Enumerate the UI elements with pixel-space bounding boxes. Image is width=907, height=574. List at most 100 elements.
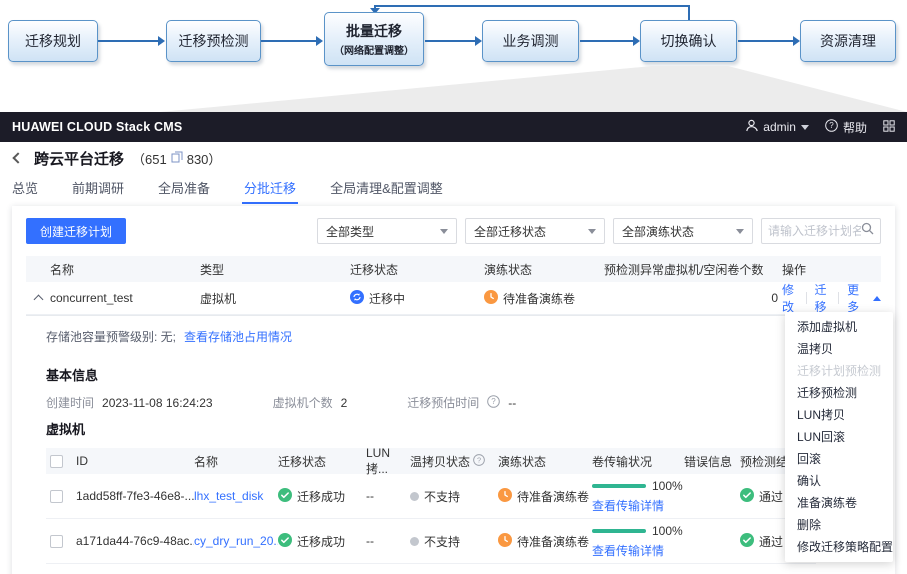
flow-arrowhead-icon [158, 36, 165, 46]
field-label: 创建时间 [46, 396, 95, 410]
type-filter-select[interactable]: 全部类型 [317, 218, 457, 244]
vm-warm-copy-status: 不支持 [410, 488, 498, 505]
modify-action-link[interactable]: 修改 [782, 281, 798, 315]
count-right: 830） [186, 151, 222, 167]
help-circle-icon[interactable]: ? [473, 453, 485, 469]
loopback-line-right [688, 5, 690, 21]
vm-name-link[interactable]: lhx_test_disk [194, 489, 263, 503]
flow-step-label: 迁移预检测 [178, 33, 249, 49]
migrate-count-icon [171, 151, 183, 166]
row-checkbox[interactable] [50, 489, 63, 503]
vm-table-header: ID 名称 迁移状态 LUN拷... 温拷贝状态 ? 演练状态 卷传输状况 错误… [46, 446, 816, 476]
vm-warm-copy-status: 不支持 [410, 533, 498, 550]
flow-step-service-test: 业务调测 [482, 20, 579, 62]
field-label: 虚拟机个数 [272, 396, 333, 410]
progress-bar [592, 528, 646, 533]
view-transfer-details-link[interactable]: 查看传输详情 [592, 497, 684, 514]
field-create-time: 创建时间 2023-11-08 16:24:23 [46, 394, 213, 411]
column-header-error: 错误信息 [684, 454, 733, 469]
count-left: （651 [132, 151, 167, 167]
flow-step-label: 资源清理 [820, 33, 876, 49]
menu-item-rollback[interactable]: 回滚 [785, 448, 893, 470]
vm-table-row: 1add58ff-7fe3-46e8-... lhx_test_disk 迁移成… [46, 474, 816, 519]
menu-item-lun-rollback[interactable]: LUN回滚 [785, 426, 893, 448]
menu-item-delete[interactable]: 删除 [785, 514, 893, 536]
tab-global-preparation[interactable]: 全局准备 [156, 174, 212, 204]
menu-item-plan-precheck: 迁移计划预检测 [797, 364, 882, 378]
gray-dot-icon [410, 536, 419, 546]
flow-step-batch-migration: 批量迁移 （网络配置调整） [324, 12, 424, 66]
column-header-warm-copy: 温拷贝状态 ? [410, 453, 498, 470]
menu-item-add-vm[interactable]: 添加虚拟机 [785, 316, 893, 338]
migrate-action-link[interactable]: 迁移 [815, 281, 831, 315]
plan-name: concurrent_test [50, 291, 133, 305]
flow-step-label: 切换确认 [660, 33, 717, 49]
view-storage-pool-link[interactable]: 查看存储池占用情况 [184, 328, 292, 345]
back-button[interactable] [12, 152, 24, 164]
tab-overview[interactable]: 总览 [10, 174, 40, 204]
select-all-checkbox[interactable] [50, 454, 63, 468]
help-menu[interactable]: ? 帮助 [825, 119, 867, 136]
column-header-migration-status: 迁移状态 [350, 262, 399, 277]
help-circle-icon[interactable]: ? [487, 394, 501, 411]
vm-section-title: 虚拟机 [46, 422, 86, 437]
menu-item-confirm[interactable]: 确认 [785, 470, 893, 492]
create-migration-plan-button[interactable]: 创建迁移计划 [26, 218, 127, 244]
vm-id: a171da44-76c9-48ac... [76, 534, 194, 548]
drill-status-filter-select[interactable]: 全部演练状态 [613, 218, 753, 244]
check-circle-icon [278, 487, 292, 505]
apps-icon[interactable] [883, 119, 895, 135]
row-checkbox[interactable] [50, 534, 63, 548]
collapse-row-icon[interactable] [33, 294, 43, 305]
check-circle-icon [740, 487, 754, 505]
tab-preliminary-research[interactable]: 前期调研 [70, 174, 126, 204]
column-header-id: ID [76, 454, 88, 468]
flow-step-precheck: 迁移预检测 [166, 20, 261, 62]
user-menu[interactable]: admin [745, 119, 809, 135]
chevron-down-icon [440, 228, 448, 234]
field-estimated-time: 迁移预估时间 ? -- [407, 394, 516, 411]
search-icon[interactable] [861, 222, 874, 240]
vm-table-row: a171da44-76c9-48ac... cy_dry_run_20... 迁… [46, 519, 816, 564]
column-header-abnormal-count: 预检测异常虚拟机/空闲卷个数 [604, 262, 764, 277]
plan-table-header: 名称 类型 迁移状态 演练状态 预检测异常虚拟机/空闲卷个数 操作 [26, 256, 881, 282]
plan-search-box [761, 218, 881, 244]
field-value: 2 [340, 395, 348, 410]
menu-item-prepare-drill-volume[interactable]: 准备演练卷 [785, 492, 893, 514]
more-actions-menu: 添加虚拟机 温拷贝 迁移计划预检测 迁移预检测 LUN拷贝 LUN回滚 回滚 确… [785, 312, 893, 562]
view-transfer-details-link[interactable]: 查看传输详情 [592, 542, 684, 559]
app-header: HUAWEI CLOUD Stack CMS admin ? 帮助 [0, 112, 907, 142]
column-header-drill-status: 演练状态 [484, 262, 533, 277]
progress-percent: 100% [652, 523, 683, 538]
flow-step-migration-planning: 迁移规划 [8, 20, 98, 62]
column-header-vm-drill-status: 演练状态 [498, 454, 547, 469]
menu-item-warm-copy[interactable]: 温拷贝 [785, 338, 893, 360]
app-title: HUAWEI CLOUD Stack CMS [12, 120, 183, 134]
migration-status-filter-select[interactable]: 全部迁移状态 [465, 218, 605, 244]
menu-item-modify-migration-policy[interactable]: 修改迁移策略配置 [785, 536, 893, 558]
vm-warm-copy-text: 不支持 [424, 489, 461, 504]
menu-item-migration-precheck[interactable]: 迁移预检测 [785, 382, 893, 404]
type-filter-value: 全部类型 [326, 224, 375, 239]
more-action-link[interactable]: 更多 [847, 281, 863, 315]
vm-name-link[interactable]: cy_dry_run_20... [194, 534, 278, 548]
plan-drill-status-text: 待准备演练卷 [503, 291, 576, 306]
plan-toolbar: 创建迁移计划 全部类型 全部迁移状态 全部演练状态 [26, 218, 881, 244]
vm-precheck-text: 通过 [759, 489, 784, 504]
breadcrumb: 跨云平台迁移 （651 830） [0, 142, 907, 174]
plan-search-input[interactable] [768, 224, 861, 238]
flow-arrowhead-icon [475, 36, 482, 46]
column-header-vm-migration-status: 迁移状态 [278, 454, 327, 469]
svg-text:?: ? [829, 121, 834, 130]
question-circle-icon: ? [825, 119, 838, 135]
menu-item-lun-copy[interactable]: LUN拷贝 [785, 404, 893, 426]
vm-precheck-text: 通过 [759, 534, 784, 549]
migration-counts: （651 830） [132, 149, 221, 168]
tab-batch-migration[interactable]: 分批迁移 [242, 174, 299, 204]
field-vm-count: 虚拟机个数 2 [273, 394, 348, 411]
vm-id: 1add58ff-7fe3-46e8-... [76, 489, 194, 503]
tab-global-cleanup[interactable]: 全局清理&配置调整 [328, 174, 445, 204]
flow-step-label: 业务调测 [502, 33, 559, 49]
vm-lun-copy: -- [366, 489, 374, 503]
field-label: 迁移预估时间 [407, 396, 480, 410]
